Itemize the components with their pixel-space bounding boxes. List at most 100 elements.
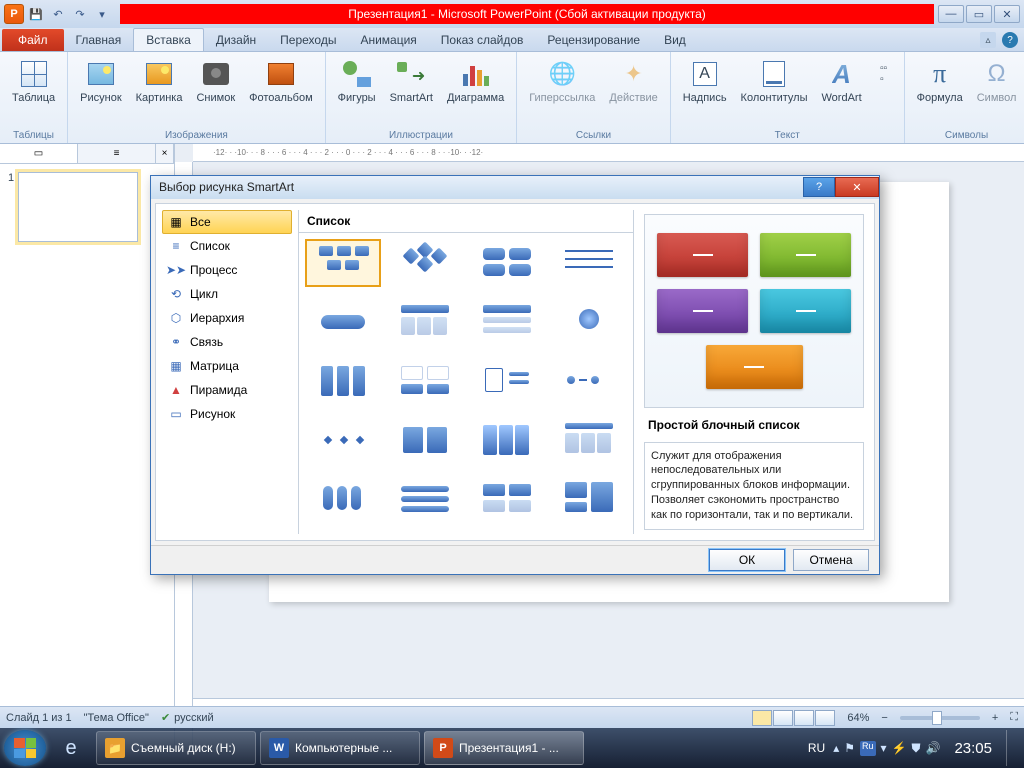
tray-icon[interactable]: ⚑ <box>844 741 855 756</box>
gallery-item[interactable] <box>305 357 381 405</box>
minimize-button[interactable]: — <box>938 5 964 23</box>
gallery-item[interactable] <box>551 239 627 287</box>
dialog-title: Выбор рисунка SmartArt <box>159 180 294 194</box>
gallery-item[interactable] <box>469 416 545 464</box>
spellcheck-icon[interactable]: ✔ <box>161 711 170 724</box>
ok-button[interactable]: ОК <box>709 549 785 571</box>
reading-view-button[interactable] <box>794 710 814 726</box>
tray-icon[interactable]: ▾ <box>881 741 887 756</box>
ie-pin[interactable]: e <box>50 730 92 766</box>
dialog-titlebar[interactable]: Выбор рисунка SmartArt ? ✕ <box>151 176 879 199</box>
slideshow-view-button[interactable] <box>815 710 835 726</box>
cat-pyramid[interactable]: ▲Пирамида <box>162 378 292 402</box>
undo-icon[interactable]: ↶ <box>48 4 68 24</box>
gallery-item[interactable] <box>305 416 381 464</box>
gallery-item[interactable] <box>305 298 381 346</box>
tab-review[interactable]: Рецензирование <box>535 29 652 51</box>
gallery-item[interactable] <box>387 475 463 523</box>
gallery-item[interactable] <box>551 416 627 464</box>
table-button[interactable]: Таблица <box>8 56 59 106</box>
help-icon[interactable]: ? <box>1002 32 1018 48</box>
picture-button[interactable]: Рисунок <box>76 56 126 106</box>
tray-icon[interactable]: 🔊 <box>926 741 941 756</box>
screenshot-button[interactable]: Снимок <box>192 56 239 106</box>
wordart-button[interactable]: AWordArt <box>818 56 866 106</box>
ribbon: Таблица Таблицы Рисунок Картинка Снимок … <box>0 52 1024 144</box>
cat-list[interactable]: ≡Список <box>162 234 292 258</box>
language-status[interactable]: русский <box>174 712 213 724</box>
shapes-button[interactable]: Фигуры <box>334 56 380 106</box>
chart-button[interactable]: Диаграмма <box>443 56 508 106</box>
zoom-out-button[interactable]: − <box>881 712 887 724</box>
gallery-item[interactable] <box>305 475 381 523</box>
tab-insert[interactable]: Вставка <box>133 28 204 51</box>
file-tab[interactable]: Файл <box>2 29 64 51</box>
gallery-item[interactable] <box>387 416 463 464</box>
task-item[interactable]: PПрезентация1 - ... <box>424 731 584 765</box>
photoalbum-button[interactable]: Фотоальбом <box>245 56 317 106</box>
preview-canvas <box>644 214 864 408</box>
task-item[interactable]: 📁Съемный диск (H:) <box>96 731 256 765</box>
tab-view[interactable]: Вид <box>652 29 698 51</box>
tray-icon[interactable]: Ru <box>860 741 876 756</box>
cancel-button[interactable]: Отмена <box>793 549 869 571</box>
textbox-button[interactable]: AНадпись <box>679 56 731 106</box>
gallery-item[interactable] <box>387 357 463 405</box>
minimize-ribbon-icon[interactable]: ▵ <box>980 32 996 48</box>
clipart-button[interactable]: Картинка <box>132 56 187 106</box>
tray-icon[interactable]: ⛊ <box>911 741 920 756</box>
save-icon[interactable]: 💾 <box>26 4 46 24</box>
headerfooter-button[interactable]: Колонтитулы <box>737 56 812 106</box>
slide-thumbnail[interactable] <box>18 172 138 242</box>
cat-matrix[interactable]: ▦Матрица <box>162 354 292 378</box>
close-panel-button[interactable]: × <box>156 144 174 163</box>
tab-transitions[interactable]: Переходы <box>268 29 348 51</box>
clock[interactable]: 23:05 <box>948 740 998 757</box>
qat-customize-icon[interactable]: ▾ <box>92 4 112 24</box>
tab-slideshow[interactable]: Показ слайдов <box>429 29 536 51</box>
outline-tab[interactable]: ≡ <box>78 144 156 163</box>
maximize-button[interactable]: ▭ <box>966 5 992 23</box>
cat-hierarchy[interactable]: ⬡Иерархия <box>162 306 292 330</box>
start-button[interactable] <box>4 730 46 766</box>
tab-animation[interactable]: Анимация <box>348 29 428 51</box>
slides-tab[interactable]: ▭ <box>0 144 78 163</box>
dialog-close-button[interactable]: ✕ <box>835 177 879 197</box>
close-button[interactable]: ✕ <box>994 5 1020 23</box>
gallery-item[interactable] <box>387 298 463 346</box>
gallery-item[interactable] <box>305 239 381 287</box>
cat-all[interactable]: ▦Все <box>162 210 292 234</box>
language-indicator[interactable]: RU <box>808 741 825 755</box>
gallery-item[interactable] <box>387 239 463 287</box>
show-desktop-button[interactable] <box>1006 730 1018 766</box>
dialog-help-button[interactable]: ? <box>803 177 835 197</box>
zoom-slider[interactable] <box>900 716 980 720</box>
equation-button[interactable]: πФормула <box>913 56 967 106</box>
cat-process[interactable]: ➤➤Процесс <box>162 258 292 282</box>
tab-home[interactable]: Главная <box>64 29 134 51</box>
tray-icon[interactable]: ⚡ <box>892 741 907 756</box>
tab-design[interactable]: Дизайн <box>204 29 268 51</box>
gallery-item[interactable] <box>551 357 627 405</box>
gallery-item[interactable] <box>551 298 627 346</box>
redo-icon[interactable]: ↷ <box>70 4 90 24</box>
smartart-gallery[interactable] <box>299 233 633 534</box>
cat-relationship[interactable]: ⚭Связь <box>162 330 292 354</box>
task-item[interactable]: WКомпьютерные ... <box>260 731 420 765</box>
smartart-button[interactable]: SmartArt <box>386 56 437 106</box>
normal-view-button[interactable] <box>752 710 772 726</box>
gallery-item[interactable] <box>551 475 627 523</box>
zoom-percent[interactable]: 64% <box>847 712 869 724</box>
powerpoint-icon[interactable]: P <box>4 4 24 24</box>
sorter-view-button[interactable] <box>773 710 793 726</box>
gallery-item[interactable] <box>469 357 545 405</box>
fit-button[interactable]: ⛶ <box>1010 711 1018 724</box>
text-more-button[interactable]: ▫▫▫ <box>872 56 896 92</box>
zoom-in-button[interactable]: + <box>992 712 998 724</box>
tray-icon[interactable]: ▴ <box>833 741 839 756</box>
cat-cycle[interactable]: ⟲Цикл <box>162 282 292 306</box>
cat-picture[interactable]: ▭Рисунок <box>162 402 292 426</box>
gallery-item[interactable] <box>469 298 545 346</box>
gallery-item[interactable] <box>469 475 545 523</box>
gallery-item[interactable] <box>469 239 545 287</box>
